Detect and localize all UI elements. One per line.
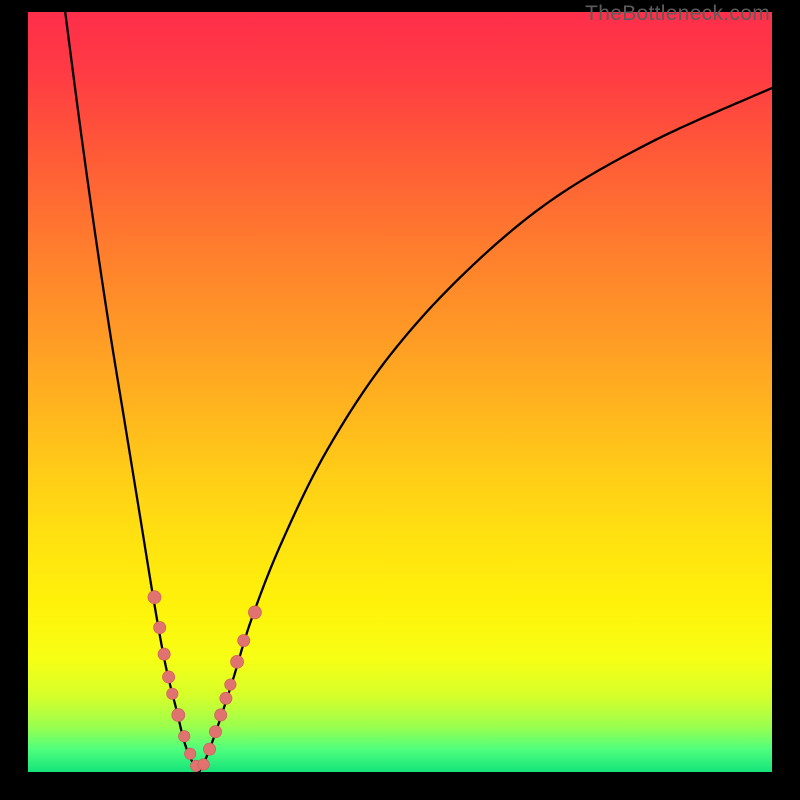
curve-marker bbox=[231, 655, 244, 668]
curve-marker bbox=[148, 591, 161, 604]
watermark-text: TheBottleneck.com bbox=[585, 2, 770, 26]
curve-marker bbox=[158, 648, 170, 660]
curve-marker bbox=[162, 671, 174, 683]
chart-frame bbox=[28, 12, 772, 772]
curve-marker bbox=[198, 759, 209, 770]
curve-marker bbox=[184, 748, 195, 759]
bottleneck-chart bbox=[28, 12, 772, 772]
curve-layer bbox=[65, 12, 772, 772]
curve-marker bbox=[179, 731, 190, 742]
curve-marker bbox=[154, 621, 166, 633]
curve-marker bbox=[248, 606, 261, 619]
curve-bottleneck-curve-right bbox=[199, 88, 772, 772]
marker-layer bbox=[148, 591, 262, 772]
curve-bottleneck-curve-left bbox=[65, 12, 199, 772]
curve-marker bbox=[209, 726, 221, 738]
curve-marker bbox=[225, 679, 236, 690]
curve-marker bbox=[203, 743, 215, 755]
curve-marker bbox=[220, 692, 232, 704]
curve-marker bbox=[172, 708, 185, 721]
curve-marker bbox=[167, 688, 178, 699]
curve-marker bbox=[215, 709, 227, 721]
curve-marker bbox=[238, 634, 250, 646]
